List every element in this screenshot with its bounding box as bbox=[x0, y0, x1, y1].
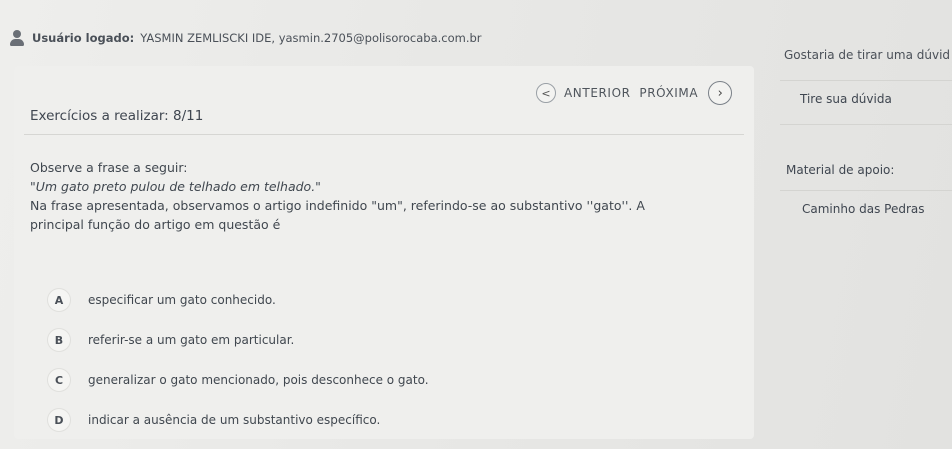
option-letter[interactable]: D bbox=[48, 409, 70, 431]
page: Usuário logado: YASMIN ZEMLISCKI IDE, ya… bbox=[0, 0, 952, 449]
question-quote: "Um gato preto pulou de telhado em telha… bbox=[30, 179, 321, 194]
next-button[interactable]: › bbox=[708, 81, 733, 105]
ask-doubt-link[interactable]: Tire sua dúvida bbox=[800, 92, 892, 106]
answer-options: A especificar um gato conhecido. B refer… bbox=[48, 288, 429, 448]
question-line: Na frase apresentada, observamos o artig… bbox=[30, 198, 645, 213]
divider bbox=[24, 134, 744, 135]
user-value: YASMIN ZEMLISCKI IDE, yasmin.2705@poliso… bbox=[140, 31, 482, 45]
support-material-link[interactable]: Caminho das Pedras bbox=[802, 202, 925, 216]
option-letter[interactable]: A bbox=[48, 289, 70, 311]
question-line: Observe a frase a seguir: bbox=[30, 160, 188, 175]
option-text[interactable]: especificar um gato conhecido. bbox=[88, 293, 276, 307]
chevron-right-icon: › bbox=[717, 85, 723, 101]
option-text[interactable]: indicar a ausência de um substantivo esp… bbox=[88, 413, 380, 427]
sidebar-divider bbox=[780, 80, 952, 81]
user-icon bbox=[8, 29, 26, 47]
user-bar: Usuário logado: YASMIN ZEMLISCKI IDE, ya… bbox=[8, 28, 482, 48]
option-text[interactable]: generalizar o gato mencionado, pois desc… bbox=[88, 373, 429, 387]
previous-button[interactable]: < bbox=[536, 83, 556, 103]
question-line: principal função do artigo em questão é bbox=[30, 217, 281, 232]
question-navigation: < ANTERIOR PRÓXIMA › bbox=[536, 81, 733, 105]
chevron-left-icon: < bbox=[541, 86, 551, 100]
option-b[interactable]: B referir-se a um gato em particular. bbox=[48, 328, 429, 352]
support-material-label: Material de apoio: bbox=[786, 163, 895, 177]
sidebar-divider bbox=[780, 190, 952, 191]
option-letter[interactable]: C bbox=[48, 369, 70, 391]
exercise-count: Exercícios a realizar: 8/11 bbox=[30, 108, 204, 124]
sidebar-title: Gostaria de tirar uma dúvid bbox=[784, 48, 951, 62]
sidebar-divider bbox=[780, 124, 952, 125]
user-label: Usuário logado: bbox=[32, 31, 135, 45]
exercise-card: Exercícios a realizar: 8/11 < ANTERIOR P… bbox=[14, 66, 754, 439]
option-a[interactable]: A especificar um gato conhecido. bbox=[48, 288, 429, 312]
option-text[interactable]: referir-se a um gato em particular. bbox=[88, 333, 294, 347]
option-c[interactable]: C generalizar o gato mencionado, pois de… bbox=[48, 368, 429, 392]
nav-label[interactable]: ANTERIOR PRÓXIMA bbox=[564, 86, 698, 100]
option-letter[interactable]: B bbox=[48, 329, 70, 351]
option-d[interactable]: D indicar a ausência de um substantivo e… bbox=[48, 408, 429, 432]
question-text: Observe a frase a seguir: "Um gato preto… bbox=[30, 158, 710, 234]
help-sidebar: Gostaria de tirar uma dúvid Tire sua dúv… bbox=[770, 0, 952, 449]
